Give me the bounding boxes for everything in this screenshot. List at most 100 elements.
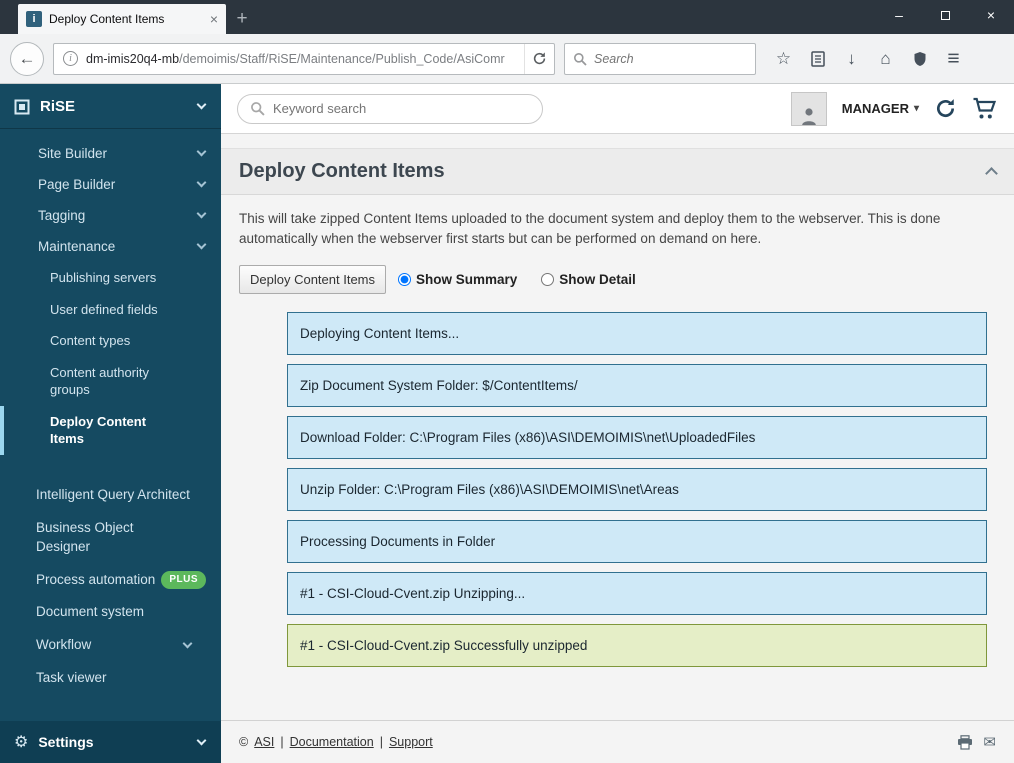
user-menu[interactable]: MANAGER ▾ bbox=[842, 101, 919, 116]
sidebar-item-document-system[interactable]: Document system bbox=[0, 596, 221, 629]
url-path: /demoimis/Staff/RiSE/Maintenance/Publish… bbox=[179, 51, 505, 66]
shield-icon[interactable] bbox=[905, 44, 934, 73]
printer-icon bbox=[958, 734, 973, 750]
sidebar-nav: Site Builder Page Builder Tagging Mainte… bbox=[0, 129, 221, 695]
sidebar-item-user-defined-fields[interactable]: User defined fields bbox=[0, 294, 221, 326]
toolbar-icons: ☆ ↓ ⌂ ≡ bbox=[769, 44, 968, 73]
footer-link-support[interactable]: Support bbox=[389, 735, 433, 749]
sidebar-item-settings[interactable]: ⚙ Settings bbox=[0, 721, 221, 763]
sidebar-item-label: Intelligent Query Architect bbox=[36, 486, 190, 502]
status-message: Unzip Folder: C:\Program Files (x86)\ASI… bbox=[287, 467, 987, 511]
sidebar-item-label: Maintenance bbox=[38, 239, 116, 254]
refresh-icon bbox=[937, 99, 955, 118]
rise-logo-icon bbox=[14, 99, 30, 114]
browser-titlebar: i Deploy Content Items × + – × bbox=[0, 0, 1014, 34]
show-detail-option[interactable]: Show Detail bbox=[541, 272, 636, 287]
library-icon[interactable] bbox=[803, 44, 832, 73]
maximize-button[interactable] bbox=[922, 0, 968, 30]
copyright-symbol: © bbox=[239, 735, 249, 749]
collapse-chevron-up-icon[interactable] bbox=[985, 167, 998, 180]
info-icon[interactable]: i bbox=[63, 51, 78, 66]
sidebar-item-content-authority-groups[interactable]: Content authority groups bbox=[0, 357, 221, 406]
reload-icon bbox=[533, 52, 546, 65]
browser-tab[interactable]: i Deploy Content Items × bbox=[18, 4, 226, 34]
url-domain: dm-imis20q4-mb bbox=[86, 51, 180, 66]
status-message: Processing Documents in Folder bbox=[287, 519, 987, 563]
refresh-button[interactable] bbox=[934, 97, 957, 120]
shield-glyph-icon bbox=[914, 51, 925, 66]
page-footer: © ASI | Documentation | Support ✉ bbox=[221, 720, 1014, 763]
deploy-content-items-button[interactable]: Deploy Content Items bbox=[239, 264, 387, 294]
cart-button[interactable] bbox=[972, 97, 998, 120]
sidebar-item-label: Tagging bbox=[38, 208, 86, 223]
chevron-down-icon bbox=[196, 735, 207, 745]
library-glyph-icon bbox=[810, 50, 825, 67]
page-heading-strip: Deploy Content Items bbox=[221, 148, 1014, 195]
home-icon[interactable]: ⌂ bbox=[871, 44, 900, 73]
sidebar-item-content-types[interactable]: Content types bbox=[0, 325, 221, 357]
site-favicon-icon: i bbox=[26, 11, 42, 27]
url-bar[interactable]: i dm-imis20q4-mb/demoimis/Staff/RiSE/Mai… bbox=[53, 42, 555, 75]
sidebar-header-rise[interactable]: RiSE bbox=[0, 84, 221, 129]
browser-search-box bbox=[564, 42, 756, 75]
sidebar-item-deploy-content-items[interactable]: Deploy Content Items bbox=[0, 405, 221, 455]
browser-toolbar: ← i dm-imis20q4-mb/demoimis/Staff/RiSE/M… bbox=[0, 34, 1014, 84]
rise-sidebar: RiSE Site Builder Page Builder Tagging M bbox=[0, 84, 221, 763]
show-summary-label: Show Summary bbox=[416, 271, 518, 287]
sidebar-item-label: Process automation bbox=[36, 571, 156, 587]
footer-separator: | bbox=[280, 735, 284, 749]
print-button[interactable] bbox=[957, 734, 973, 750]
sidebar-item-site-builder[interactable]: Site Builder bbox=[0, 138, 221, 169]
close-button[interactable]: × bbox=[968, 0, 1014, 30]
main-panel: MANAGER ▾ Deploy Content Items Thi bbox=[221, 84, 1014, 763]
sidebar-item-publishing-servers[interactable]: Publishing servers bbox=[0, 262, 221, 294]
chevron-down-icon bbox=[182, 638, 193, 649]
sidebar-item-maintenance[interactable]: Maintenance bbox=[0, 231, 221, 262]
tab-title: Deploy Content Items bbox=[49, 12, 165, 26]
site-topbar: MANAGER ▾ bbox=[221, 84, 1014, 134]
page-description: This will take zipped Content Items uplo… bbox=[239, 211, 941, 247]
sidebar-item-label: Document system bbox=[36, 604, 145, 620]
status-message: Deploying Content Items... bbox=[287, 311, 987, 355]
sidebar-item-business-object-designer[interactable]: Business Object Designer bbox=[0, 512, 221, 564]
show-detail-label: Show Detail bbox=[559, 271, 636, 287]
email-button[interactable]: ✉ bbox=[983, 733, 996, 751]
sidebar-item-page-builder[interactable]: Page Builder bbox=[0, 169, 221, 200]
tab-close-icon[interactable]: × bbox=[210, 11, 218, 27]
keyword-search-input[interactable] bbox=[273, 101, 530, 116]
page-title: Deploy Content Items bbox=[239, 160, 445, 182]
back-button[interactable]: ← bbox=[10, 41, 44, 76]
sidebar-item-intelligent-query-architect[interactable]: Intelligent Query Architect bbox=[0, 479, 221, 512]
status-message: #1 - CSI-Cloud-Cvent.zip Unzipping... bbox=[287, 571, 987, 615]
caret-down-icon: ▾ bbox=[913, 103, 919, 114]
new-tab-button[interactable]: + bbox=[226, 4, 258, 34]
footer-icons: ✉ bbox=[957, 733, 996, 751]
status-message-list: Deploying Content Items... Zip Document … bbox=[221, 299, 1014, 676]
show-summary-option[interactable]: Show Summary bbox=[398, 272, 517, 287]
page-content: Deploy Content Items This will take zipp… bbox=[221, 134, 1014, 763]
window-controls: – × bbox=[876, 0, 1014, 30]
search-icon bbox=[251, 102, 265, 116]
show-detail-radio[interactable] bbox=[541, 272, 555, 286]
sidebar-item-tagging[interactable]: Tagging bbox=[0, 200, 221, 231]
browser-window: i Deploy Content Items × + – × ← i dm-im… bbox=[0, 0, 1014, 763]
gear-icon: ⚙ bbox=[14, 734, 29, 751]
footer-link-asi[interactable]: ASI bbox=[254, 735, 274, 749]
app-body: RiSE Site Builder Page Builder Tagging M bbox=[0, 84, 1014, 763]
avatar[interactable] bbox=[790, 91, 827, 126]
sidebar-item-label: Page Builder bbox=[38, 177, 116, 192]
downloads-icon[interactable]: ↓ bbox=[837, 44, 866, 73]
sidebar-item-task-viewer[interactable]: Task viewer bbox=[0, 662, 221, 695]
status-message: Download Folder: C:\Program Files (x86)\… bbox=[287, 415, 987, 459]
bookmark-star-icon[interactable]: ☆ bbox=[769, 44, 798, 73]
sidebar-item-process-automation[interactable]: Process automation PLUS bbox=[0, 564, 221, 597]
chevron-down-icon bbox=[196, 99, 207, 110]
hamburger-menu-icon[interactable]: ≡ bbox=[939, 44, 968, 73]
show-summary-radio[interactable] bbox=[398, 272, 412, 286]
reload-button[interactable] bbox=[524, 43, 554, 74]
footer-link-documentation[interactable]: Documentation bbox=[290, 735, 374, 749]
minimize-button[interactable]: – bbox=[876, 0, 922, 30]
browser-search-input[interactable] bbox=[594, 51, 747, 66]
keyword-search-box bbox=[237, 93, 543, 124]
sidebar-item-workflow[interactable]: Workflow bbox=[0, 629, 221, 662]
